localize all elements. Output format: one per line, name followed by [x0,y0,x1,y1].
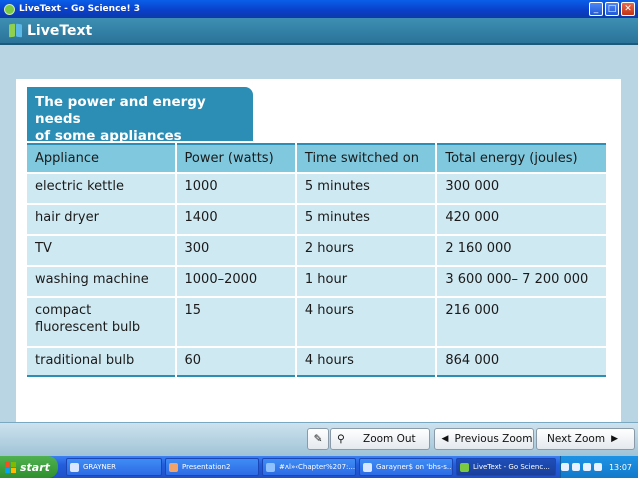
windows-taskbar: start GRAYNER Presentation2 #ʌl»‹Chapter… [0,456,638,478]
content-area: The power and energy needs of some appli… [0,45,638,433]
column-header: Appliance [27,143,175,172]
table-cell: 2 hours [296,236,436,265]
table-cell: traditional bulb [27,348,175,377]
app-window: LiveText - Go Science! 3 _ □ ✕ LiveText … [0,0,638,478]
table-cell: 1000 [176,174,295,203]
slide-heading: The power and energy needs of some appli… [27,87,253,144]
taskbar-item-label: Presentation2 [182,463,231,471]
app-icon [4,3,15,15]
table-cell: 3 600 000– 7 200 000 [437,267,606,296]
table-row: washing machine 1000–2000 1 hour 3 600 0… [27,267,606,296]
table-cell: electric kettle [27,174,175,203]
table-cell: washing machine [27,267,175,296]
table-cell: 5 minutes [296,205,436,234]
app-header: LiveText [0,18,638,45]
table-cell: compact fluorescent bulb [27,298,175,346]
app-logo-text: LiveText [27,22,93,39]
taskbar-item-label: Garayner$ on 'bhs-s... [376,463,453,471]
table-cell: 15 [176,298,295,346]
tray-volume-icon[interactable] [582,463,591,471]
previous-zoom-label: Previous Zoom [454,433,533,445]
table-cell: 1400 [176,205,295,234]
user-folder-icon [70,462,79,472]
taskbar-item-active[interactable]: LiveText - Go Scienc... [456,458,556,476]
tray-app-icon[interactable] [593,463,602,471]
table-cell: 864 000 [437,348,606,377]
folder-icon [363,462,372,472]
system-tray: 13:07 [560,456,638,478]
taskbar-item[interactable]: #ʌl»‹Chapter%207:... [262,458,356,476]
taskbar-item[interactable]: Presentation2 [165,458,259,476]
column-header: Power (watts) [176,143,295,172]
table-row: compact fluorescent bulb 15 4 hours 216 … [27,298,606,346]
slide-heading-line-1: The power and energy needs [35,94,206,127]
bottom-toolbar: ✎ ⚲ Zoom Out ◀ Previous Zoom Next Zoom ▶ [0,422,638,456]
table-row: traditional bulb 60 4 hours 864 000 [27,348,606,377]
arrow-left-icon: ◀ [441,434,449,444]
pen-icon: ✎ [313,433,323,445]
browser-icon [266,462,275,472]
table-cell: 300 000 [437,174,606,203]
table-cell: 4 hours [296,348,436,377]
table-cell: 1 hour [296,267,436,296]
magnifier-icon: ⚲ [337,433,345,445]
livetext-icon [460,462,469,472]
table-cell: 1000–2000 [176,267,295,296]
zoom-out-label: Zoom Out [363,433,416,445]
table-cell: 420 000 [437,205,606,234]
column-header: Total energy (joules) [437,143,606,172]
table-cell: hair dryer [27,205,175,234]
tray-shield-icon[interactable] [571,463,580,471]
taskbar-item-label: GRAYNER [83,463,117,471]
next-zoom-button[interactable]: Next Zoom ▶ [536,428,635,450]
table-cell: TV [27,236,175,265]
taskbar-item[interactable]: Garayner$ on 'bhs-s... [359,458,453,476]
table-row: TV 300 2 hours 2 160 000 [27,236,606,265]
start-label: start [20,460,50,474]
table-row: electric kettle 1000 5 minutes 300 000 [27,174,606,203]
start-button[interactable]: start [0,456,58,478]
close-button[interactable]: ✕ [621,2,635,16]
windows-flag-icon [5,461,16,473]
tray-network-icon[interactable] [561,463,569,471]
minimize-button[interactable]: _ [589,2,603,16]
window-controls: _ □ ✕ [589,2,635,16]
table-cell: 60 [176,348,295,377]
maximize-button[interactable]: □ [605,2,619,16]
zoom-out-button[interactable]: ⚲ Zoom Out [330,428,430,450]
previous-zoom-button[interactable]: ◀ Previous Zoom [434,428,534,450]
appliance-table: Appliance Power (watts) Time switched on… [25,141,608,379]
next-zoom-label: Next Zoom [547,433,606,445]
taskbar-item-label: LiveText - Go Scienc... [473,463,550,471]
table-cell: 4 hours [296,298,436,346]
clock: 13:07 [608,462,632,472]
livetext-logo-icon [9,23,23,38]
table-cell: 216 000 [437,298,606,346]
taskbar-item[interactable]: GRAYNER [66,458,162,476]
table-cell: 2 160 000 [437,236,606,265]
table-cell: 300 [176,236,295,265]
arrow-right-icon: ▶ [611,434,618,444]
window-titlebar[interactable]: LiveText - Go Science! 3 _ □ ✕ [0,0,638,18]
table-header-row: Appliance Power (watts) Time switched on… [27,143,606,172]
table-row: hair dryer 1400 5 minutes 420 000 [27,205,606,234]
window-title: LiveText - Go Science! 3 [19,4,141,14]
slide-panel: The power and energy needs of some appli… [16,79,621,433]
pen-tool-button[interactable]: ✎ [307,428,329,450]
taskbar-item-label: #ʌl»‹Chapter%207:... [279,463,356,471]
powerpoint-icon [169,462,178,472]
column-header: Time switched on [296,143,436,172]
table-cell: 5 minutes [296,174,436,203]
